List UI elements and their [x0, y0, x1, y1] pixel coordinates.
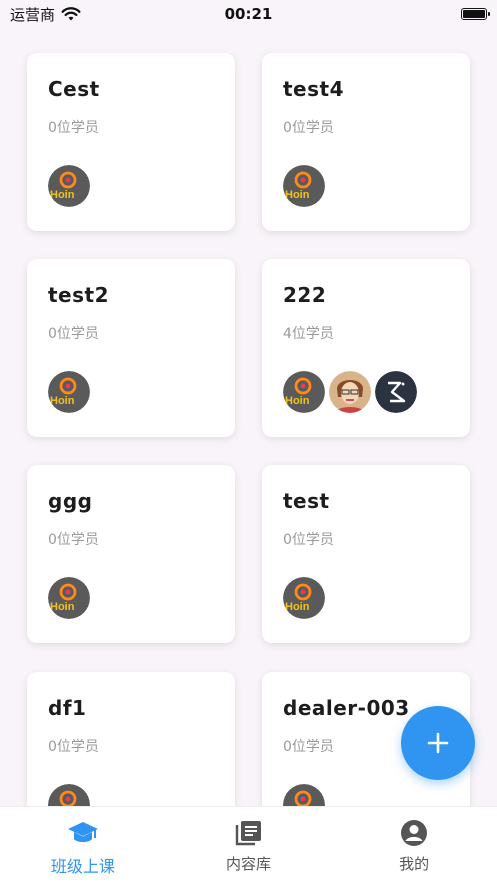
class-card[interactable]: df1 0位学员 Hoin: [27, 672, 235, 806]
student-count: 0位学员: [48, 326, 99, 342]
class-card[interactable]: Cest 0位学员 Hoin: [27, 53, 235, 231]
avatar-list: Hoin: [48, 784, 90, 806]
student-count: 0位学员: [48, 532, 99, 548]
hoin-avatar: Hoin: [283, 371, 325, 413]
tab-label-library: 内容库: [226, 855, 272, 873]
student-count: 0位学员: [48, 120, 99, 136]
class-name: test: [283, 489, 330, 513]
tab-bar: 班级上课 内容库 我的: [0, 806, 497, 884]
avatar-list: Hoin: [283, 784, 325, 806]
class-grid[interactable]: Cest 0位学员 Hoin test4 0位学员 Hoin test2 0位学员 Hoin 22…: [0, 28, 497, 806]
student-count: 0位学员: [283, 532, 334, 548]
graduation-cap-icon: [67, 822, 98, 842]
hoin-avatar-text: Hoin: [285, 395, 310, 407]
student-count: 0位学员: [283, 120, 334, 136]
plus-icon: [427, 732, 449, 754]
hoin-avatar-text: Hoin: [285, 601, 310, 613]
student-avatar-photo: [329, 371, 371, 413]
hoin-avatar: Hoin: [283, 577, 325, 619]
hoin-avatar-text: Hoin: [50, 601, 75, 613]
hoin-avatar-text: Hoin: [285, 189, 310, 201]
class-card[interactable]: test 0位学员 Hoin: [262, 465, 470, 643]
carrier-label: 运营商: [10, 5, 56, 24]
class-card[interactable]: 222 4位学员 Hoin: [262, 259, 470, 437]
status-left: 运营商: [10, 4, 81, 25]
tab-label-me: 我的: [399, 855, 430, 873]
avatar-list: Hoin: [48, 371, 90, 413]
hoin-avatar: Hoin: [283, 165, 325, 207]
hoin-avatar: Hoin: [48, 165, 90, 207]
library-icon: [235, 821, 261, 846]
hoin-avatar: Hoin: [48, 784, 90, 806]
wifi-icon: [61, 7, 81, 21]
avatar-list: Hoin: [283, 371, 417, 413]
class-name: 222: [283, 283, 327, 307]
battery-icon: [461, 8, 490, 20]
class-name: dealer-003: [283, 696, 410, 720]
hoin-avatar: Hoin: [48, 577, 90, 619]
class-card[interactable]: test4 0位学员 Hoin: [262, 53, 470, 231]
hoin-avatar: Hoin: [283, 784, 325, 806]
class-card[interactable]: test2 0位学员 Hoin: [27, 259, 235, 437]
class-name: ggg: [48, 489, 93, 513]
class-card[interactable]: ggg 0位学员 Hoin: [27, 465, 235, 643]
tab-classes[interactable]: 班级上课: [0, 807, 166, 884]
hoin-avatar-text: Hoin: [50, 395, 75, 407]
hoin-avatar-text: Hoin: [50, 189, 75, 201]
class-name: test2: [48, 283, 110, 307]
avatar-list: Hoin: [48, 165, 90, 207]
student-avatar-logo: [375, 371, 417, 413]
user-circle-icon: [401, 820, 428, 846]
student-count: 0位学员: [283, 739, 334, 755]
tab-me[interactable]: 我的: [331, 807, 497, 884]
tab-label-classes: 班级上课: [50, 857, 115, 876]
avatar-list: Hoin: [283, 165, 325, 207]
class-name: Cest: [48, 77, 100, 101]
add-class-button[interactable]: [401, 706, 475, 780]
hoin-avatar: Hoin: [48, 371, 90, 413]
class-name: df1: [48, 696, 87, 720]
tab-library[interactable]: 内容库: [166, 807, 332, 884]
status-bar: 运营商 00:21: [0, 0, 497, 28]
avatar-list: Hoin: [48, 577, 90, 619]
avatar-list: Hoin: [283, 577, 325, 619]
student-count: 0位学员: [48, 739, 99, 755]
class-name: test4: [283, 77, 345, 101]
student-count: 4位学员: [283, 326, 334, 342]
